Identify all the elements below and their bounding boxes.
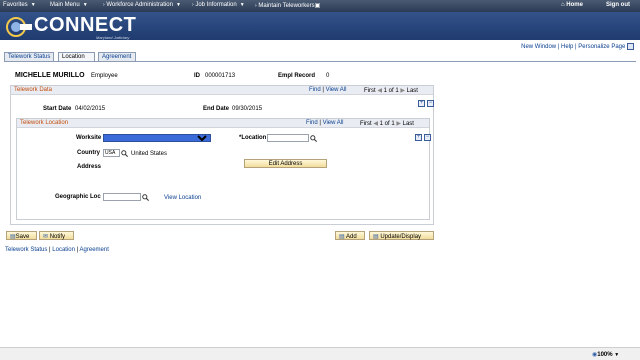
telework-data-panel: Telework Data Find | View All First ◀ 1 … xyxy=(10,85,434,225)
delete-row-icon[interactable]: − xyxy=(427,100,434,107)
top-navigation: Favorites ▼ Main Menu ▼ › Workforce Admini… xyxy=(0,0,640,12)
location-view-all-link[interactable]: View All xyxy=(323,120,344,126)
location-delete-row-icon[interactable]: − xyxy=(424,134,431,141)
geographic-loc-label: Geographic Loc xyxy=(55,194,101,200)
telework-data-header: Telework Data Find | View All First ◀ 1 … xyxy=(11,86,433,95)
search-icon[interactable] xyxy=(142,194,149,201)
location-input[interactable] xyxy=(267,134,309,142)
tab-location[interactable]: Location xyxy=(58,52,95,61)
grid-icon[interactable] xyxy=(627,43,634,50)
home-link[interactable]: ⌂ Home xyxy=(561,2,583,8)
telework-data-nav: Find | View All xyxy=(309,87,347,93)
brand-name: CONNECT xyxy=(34,14,137,36)
prev-arrow-icon[interactable]: ◀ xyxy=(373,121,378,127)
breadcrumb-teleworkers[interactable]: › Maintain Teleworkers▣ xyxy=(255,2,320,9)
breadcrumb-job-info[interactable]: › Job Information ▼ xyxy=(192,2,245,8)
add-row-icon[interactable]: + xyxy=(418,100,425,107)
search-icon[interactable] xyxy=(121,150,128,157)
tab-telework-status[interactable]: Telework Status xyxy=(4,52,54,61)
bottom-link-location[interactable]: Location xyxy=(52,247,75,253)
empl-record-value: 0 xyxy=(326,73,330,79)
window-icon: ▣ xyxy=(314,3,321,9)
view-location-link[interactable]: View Location xyxy=(164,195,201,201)
telework-location-panel: Telework Location Find | View All First … xyxy=(16,118,431,220)
bottom-link-agreement[interactable]: Agreement xyxy=(80,247,109,253)
start-date-value: 04/02/2015 xyxy=(75,106,106,112)
favorites-menu[interactable]: Favorites ▼ xyxy=(3,2,36,8)
help-link[interactable]: Help xyxy=(561,44,573,50)
notify-button[interactable]: ✉ Notify xyxy=(39,231,74,240)
page-toolbar: New Window | Help | Personalize Page xyxy=(521,43,634,50)
breadcrumb-workforce[interactable]: › Workforce Administration ▼ xyxy=(103,2,181,8)
end-date-value: 09/30/2015 xyxy=(232,106,263,112)
tab-divider xyxy=(4,61,636,62)
telework-location-title: Telework Location xyxy=(20,120,69,126)
telework-data-title: Telework Data xyxy=(14,87,53,93)
row-counter: 1 of 1 xyxy=(383,88,399,94)
personalize-page-link[interactable]: Personalize Page xyxy=(578,44,625,50)
empl-record-label: Empl Record xyxy=(278,73,316,79)
brand-subtitle: Maryland Judiciary xyxy=(96,35,130,40)
view-all-link[interactable]: View All xyxy=(326,87,347,93)
last-link[interactable]: Last xyxy=(407,88,418,94)
telework-location-pager: First ◀ 1 of 1 ▶ Last xyxy=(360,120,414,127)
address-label: Address xyxy=(77,164,102,170)
bottom-link-telework-status[interactable]: Telework Status xyxy=(5,247,47,253)
zoom-control[interactable]: ◉100% ▼ xyxy=(592,351,619,358)
logo-emblem-icon xyxy=(6,17,32,37)
find-link[interactable]: Find xyxy=(309,87,321,93)
update-icon: ▤ xyxy=(373,234,379,240)
employee-name: MICHELLE MURILLO xyxy=(15,72,85,79)
search-icon[interactable] xyxy=(310,135,317,142)
telework-location-nav: Find | View All xyxy=(306,120,344,126)
geographic-loc-input[interactable] xyxy=(103,193,141,201)
update-display-button[interactable]: ▤ Update/Display xyxy=(369,231,434,240)
home-icon: ⌂ xyxy=(561,2,565,8)
chevron-down-icon: ▼ xyxy=(82,2,88,8)
worksite-dropdown[interactable] xyxy=(103,134,211,142)
worksite-label: Worksite xyxy=(76,135,102,141)
id-label: ID xyxy=(194,73,200,79)
save-button[interactable]: ▤Save xyxy=(6,231,37,240)
signout-link[interactable]: Sign out xyxy=(606,2,630,8)
prev-arrow-icon[interactable]: ◀ xyxy=(377,88,382,94)
chevron-down-icon: ▼ xyxy=(239,2,245,8)
next-arrow-icon[interactable]: ▶ xyxy=(396,121,401,127)
add-icon: ▤ xyxy=(339,234,345,240)
next-arrow-icon[interactable]: ▶ xyxy=(400,88,405,94)
header-banner: CONNECT Maryland Judiciary xyxy=(0,12,640,40)
location-find-link[interactable]: Find xyxy=(306,120,318,126)
telework-data-pager: First ◀ 1 of 1 ▶ Last xyxy=(364,87,418,94)
location-label: *Location xyxy=(239,135,267,141)
end-date-label: End Date xyxy=(203,106,230,112)
start-date-label: Start Date xyxy=(43,106,72,112)
chevron-down-icon: ▼ xyxy=(614,352,620,358)
country-label: Country xyxy=(77,150,100,156)
tab-agreement[interactable]: Agreement xyxy=(98,52,136,61)
employee-type: Employee xyxy=(91,73,118,79)
chevron-down-icon: ▼ xyxy=(175,2,181,8)
add-button[interactable]: ▤ Add xyxy=(335,231,365,240)
edit-address-button[interactable]: Edit Address xyxy=(244,159,327,168)
bottom-tab-links: Telework Status | Location | Agreement xyxy=(5,247,109,253)
new-window-link[interactable]: New Window xyxy=(521,44,556,50)
country-code-input[interactable] xyxy=(103,149,120,157)
notify-icon: ✉ xyxy=(43,234,49,240)
telework-location-header: Telework Location Find | View All First … xyxy=(17,119,429,128)
location-add-row-icon[interactable]: + xyxy=(415,134,422,141)
connect-logo: CONNECT Maryland Judiciary xyxy=(6,14,146,40)
id-value: 000001713 xyxy=(205,73,236,79)
location-first-link[interactable]: First xyxy=(360,121,372,127)
location-row-counter: 1 of 1 xyxy=(379,121,395,127)
main-menu[interactable]: Main Menu ▼ xyxy=(50,2,88,8)
country-name: United States xyxy=(131,151,168,157)
chevron-down-icon: ▼ xyxy=(30,2,36,8)
location-last-link[interactable]: Last xyxy=(403,121,414,127)
browser-status-bar: ◉100% ▼ xyxy=(0,347,640,360)
first-link[interactable]: First xyxy=(364,88,376,94)
